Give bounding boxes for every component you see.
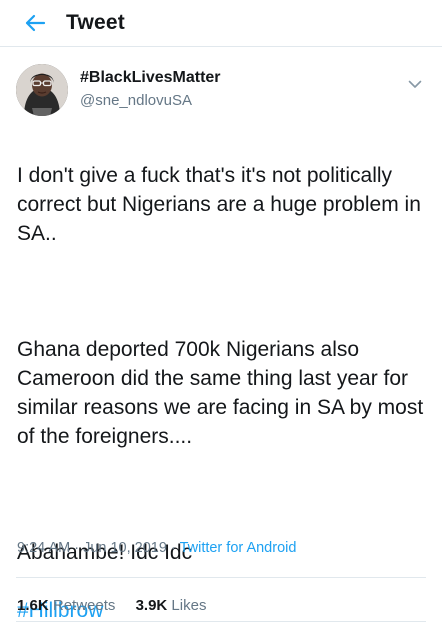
divider xyxy=(16,621,426,622)
tweet-options-button[interactable] xyxy=(404,73,426,95)
profile-photo-icon xyxy=(16,64,68,116)
tweet-source-link[interactable]: Twitter for Android xyxy=(180,540,297,556)
avatar[interactable] xyxy=(16,64,68,116)
retweets-label: Retweets xyxy=(52,597,116,614)
retweets-count: 1.6K xyxy=(17,597,49,614)
divider xyxy=(16,577,426,578)
arrow-left-icon xyxy=(25,14,46,32)
likes-label: Likes xyxy=(171,597,207,614)
author-handle[interactable]: @sne_ndlovuSA xyxy=(80,92,192,109)
top-bar: Tweet xyxy=(0,0,442,47)
tweet-paragraph: I don't give a fuck that's it's not poli… xyxy=(17,164,421,245)
likes-stat[interactable]: 3.9K Likes xyxy=(136,597,207,614)
tweet-metadata: 9:24 AM · Jun 10, 2019 · Twitter for And… xyxy=(17,540,296,556)
chevron-down-icon xyxy=(408,80,422,88)
page-title: Tweet xyxy=(66,11,125,34)
tweet-paragraph: Ghana deported 700k Nigerians also Camer… xyxy=(17,338,424,448)
tweet-stats: 1.6K Retweets 3.9K Likes xyxy=(17,597,222,614)
author-display-name[interactable]: #BlackLivesMatter xyxy=(80,69,221,87)
retweets-stat[interactable]: 1.6K Retweets xyxy=(17,597,115,614)
tweet-author-row: #BlackLivesMatter @sne_ndlovuSA xyxy=(0,59,442,119)
tweet-timestamp: 9:24 AM · Jun 10, 2019 · xyxy=(17,540,180,556)
tweet-detail-screen: Tweet #BlackLivesMatter @sne_ndlovuSA I … xyxy=(0,0,442,623)
back-button[interactable] xyxy=(18,6,52,40)
likes-count: 3.9K xyxy=(135,597,168,614)
